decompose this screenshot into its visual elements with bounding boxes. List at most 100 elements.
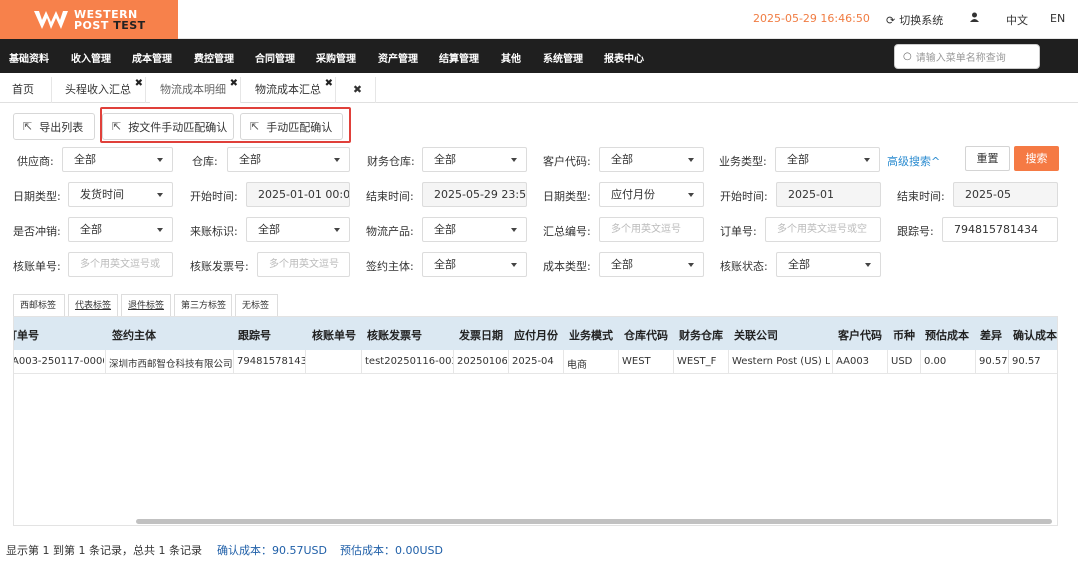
subtab-proxy-label[interactable]: 代表标签 [68, 294, 118, 316]
switch-system-button[interactable]: ⟳ 切换系统 [886, 12, 943, 28]
col-warehouse-code[interactable]: 仓库代码 [624, 327, 668, 343]
col-currency[interactable]: 币种 [893, 327, 915, 343]
nav-item-contract[interactable]: 合同管理 [255, 50, 295, 65]
cell-fin-warehouse: WEST_F [677, 356, 717, 367]
warehouse-label: 仓库: [192, 155, 218, 168]
lang-en-link[interactable]: EN [1050, 12, 1065, 25]
col-fin-warehouse[interactable]: 财务仓库 [679, 327, 723, 343]
nav-item-cost[interactable]: 成本管理 [132, 50, 172, 65]
tab-logistics-detail[interactable]: 物流成本明细 ✖ [150, 77, 241, 103]
end-time1-label: 结束时间: [366, 190, 414, 203]
nav-item-other[interactable]: 其他 [501, 50, 521, 65]
col-customer-code[interactable]: 客户代码 [838, 327, 882, 343]
col-invoice-no[interactable]: 核账发票号 [367, 327, 422, 343]
cell-confirmed-cost: 90.57 [1012, 356, 1041, 367]
subtab-return-label-text: 退件标签 [128, 301, 165, 311]
export-list-button[interactable]: ⇱ 导出列表 [13, 113, 95, 140]
bill-flag-label: 来账标识: [190, 225, 238, 238]
recon-no-input[interactable]: 多个用英文逗号或 [68, 252, 173, 277]
bill-flag-select[interactable]: 全部 [246, 217, 350, 242]
close-icon[interactable]: ✖ [135, 71, 143, 97]
col-related-company[interactable]: 关联公司 [734, 327, 778, 343]
col-tracking-no[interactable]: 跟踪号 [238, 327, 271, 343]
order-no-input[interactable]: 多个用英文逗号或空 [765, 217, 881, 242]
cell-invoice-no: test20250116-0038 [365, 356, 453, 367]
col-biz-mode[interactable]: 业务模式 [569, 327, 613, 343]
order-no-label: 订单号: [720, 225, 757, 238]
col-divider [361, 350, 362, 374]
horizontal-scrollbar[interactable] [136, 519, 1052, 524]
date-type1-select[interactable]: 发货时间 [68, 182, 173, 207]
brand-logo[interactable]: WESTERN POST TEST [0, 0, 178, 39]
menu-search-placeholder: 请输入菜单名称查询 [915, 53, 1006, 64]
fin-warehouse-select[interactable]: 全部 [422, 147, 527, 172]
writeoff-select[interactable]: 全部 [68, 217, 173, 242]
close-icon[interactable]: ✖ [230, 71, 238, 97]
subtab-west-label-text: 西邮标签 [20, 301, 57, 311]
tracking-no-input[interactable]: 794815781434 [942, 217, 1058, 242]
end-time2-label: 结束时间: [897, 190, 945, 203]
invoice-no-input[interactable]: 多个用英文逗号 [257, 252, 350, 277]
menu-search-input[interactable]: ○ 请输入菜单名称查询 [894, 44, 1040, 69]
close-all-tabs-icon[interactable]: ✖ [340, 77, 376, 103]
col-divider [728, 350, 729, 374]
nav-item-income[interactable]: 收入管理 [71, 50, 111, 65]
table-header: 订单号 签约主体 跟踪号 核账单号 核账发票号 发票日期 应付月份 业务模式 仓… [14, 317, 1057, 350]
nav-item-asset[interactable]: 资产管理 [378, 50, 418, 65]
logistics-product-select[interactable]: 全部 [422, 217, 527, 242]
cell-payable-month: 2025-04 [512, 356, 554, 367]
col-divider [105, 350, 106, 374]
lang-cn-link[interactable]: 中文 [1006, 12, 1028, 28]
subtab-no-label[interactable]: 无标签 [235, 294, 278, 316]
col-difference[interactable]: 差异 [980, 327, 1002, 343]
supplier-label: 供应商: [17, 155, 54, 168]
close-icon[interactable]: ✖ [325, 71, 333, 97]
col-estimated-cost[interactable]: 预估成本 [925, 327, 969, 343]
tab-logistics-summary[interactable]: 物流成本汇总 ✖ [245, 77, 336, 103]
col-divider [453, 350, 454, 374]
nav-item-purchase[interactable]: 采购管理 [316, 50, 356, 65]
subtab-west-label[interactable]: 西邮标签 [13, 294, 65, 316]
col-order-no[interactable]: 订单号 [14, 327, 39, 343]
col-confirmed-cost[interactable]: 确认成本 [1013, 327, 1057, 343]
nav-item-expense[interactable]: 费控管理 [194, 50, 234, 65]
biz-type-select[interactable]: 全部 [775, 147, 880, 172]
nav-item-system[interactable]: 系统管理 [543, 50, 583, 65]
supplier-select[interactable]: 全部 [62, 147, 173, 172]
search-button[interactable]: 搜索 [1014, 146, 1059, 171]
tab-logistics-detail-label: 物流成本明细 [160, 83, 226, 96]
subtab-return-label[interactable]: 退件标签 [121, 294, 171, 316]
customer-code-select[interactable]: 全部 [599, 147, 704, 172]
tab-first-leg-income[interactable]: 头程收入汇总 ✖ [55, 77, 146, 103]
summary-no-input[interactable]: 多个用英文逗号 [599, 217, 704, 242]
start-time2-input[interactable]: 2025-01 [776, 182, 881, 207]
col-invoice-date[interactable]: 发票日期 [459, 327, 503, 343]
reset-button[interactable]: 重置 [965, 146, 1010, 171]
end-time2-input[interactable]: 2025-05 [953, 182, 1058, 207]
col-recon-no[interactable]: 核账单号 [312, 327, 356, 343]
contract-entity-select[interactable]: 全部 [422, 252, 527, 277]
subtab-third-party-label[interactable]: 第三方标签 [174, 294, 232, 316]
table-row[interactable]: A003-250117-00005 深圳市西邮智仓科技有限公司 79481578… [14, 350, 1057, 374]
col-divider [618, 350, 619, 374]
nav-item-basic[interactable]: 基础资料 [9, 50, 49, 65]
advanced-search-link[interactable]: 高级搜索^ [887, 153, 940, 169]
end-time1-input[interactable]: 2025-05-29 23:5 [422, 182, 527, 207]
cell-contract-entity: 深圳市西邮智仓科技有限公司 [109, 359, 233, 370]
col-divider [233, 350, 234, 374]
recon-status-select[interactable]: 全部 [776, 252, 881, 277]
nav-item-report[interactable]: 报表中心 [604, 50, 644, 65]
cell-invoice-date: 20250106 [457, 356, 507, 367]
col-contract-entity[interactable]: 签约主体 [112, 327, 156, 343]
user-icon[interactable] [970, 12, 979, 25]
warehouse-select[interactable]: 全部 [227, 147, 350, 172]
top-header: WESTERN POST TEST 2025-05-29 16:46:50 ⟳ … [0, 0, 1078, 39]
date-type2-select[interactable]: 应付月份 [599, 182, 704, 207]
record-summary: 显示第 1 到第 1 条记录，总共 1 条记录 [6, 544, 202, 557]
col-payable-month[interactable]: 应付月份 [514, 327, 558, 343]
tab-home[interactable]: 首页 [2, 77, 52, 103]
nav-item-settlement[interactable]: 结算管理 [439, 50, 479, 65]
start-time1-input[interactable]: 2025-01-01 00:0 [246, 182, 350, 207]
start-time2-label: 开始时间: [720, 190, 768, 203]
cost-type-select[interactable]: 全部 [599, 252, 704, 277]
